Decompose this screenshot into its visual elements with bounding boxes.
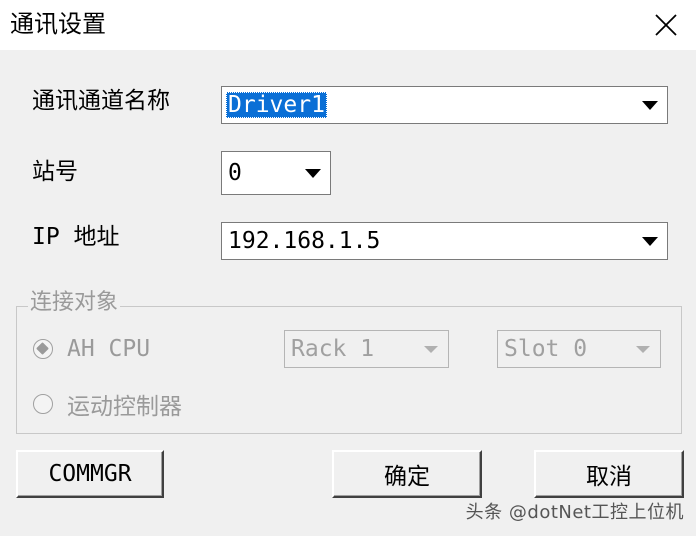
station-number-value: 0 — [228, 160, 242, 186]
rack-dropdown[interactable]: Rack 1 — [284, 330, 449, 368]
radio-motion-controller-label: 运动控制器 — [67, 394, 182, 420]
close-button[interactable] — [636, 0, 696, 50]
connection-target-title: 连接对象 — [28, 288, 121, 318]
watermark: 头条 @dotNet工控上位机 — [465, 502, 684, 523]
close-icon — [655, 14, 677, 36]
radio-unchecked-icon — [33, 394, 53, 414]
chevron-down-icon[interactable] — [633, 223, 667, 259]
radio-ah-cpu-label: AH CPU — [67, 336, 151, 362]
title-bar: 通讯设置 — [0, 0, 696, 50]
ok-button[interactable]: 确定 — [332, 450, 482, 498]
radio-checked-icon — [33, 339, 53, 359]
slot-value: Slot 0 — [504, 336, 588, 362]
channel-name-label: 通讯通道名称 — [32, 88, 170, 114]
radio-motion-controller[interactable]: 运动控制器 — [33, 389, 182, 420]
ip-address-label: IP 地址 — [32, 224, 120, 250]
commgr-button[interactable]: COMMGR — [16, 450, 164, 498]
ip-address-value: 192.168.1.5 — [228, 228, 381, 254]
ip-address-dropdown[interactable]: 192.168.1.5 — [221, 222, 668, 260]
channel-name-value: Driver1 — [226, 92, 327, 118]
chevron-down-icon — [414, 331, 448, 367]
rack-value: Rack 1 — [291, 336, 375, 362]
chevron-down-icon[interactable] — [633, 87, 667, 123]
chevron-down-icon[interactable] — [296, 152, 330, 194]
chevron-down-icon — [626, 331, 660, 367]
slot-dropdown[interactable]: Slot 0 — [497, 330, 661, 368]
cancel-button[interactable]: 取消 — [534, 450, 684, 498]
channel-name-dropdown[interactable]: Driver1 — [221, 86, 668, 124]
radio-ah-cpu[interactable]: AH CPU — [33, 334, 150, 364]
window-title: 通讯设置 — [10, 10, 106, 38]
station-number-dropdown[interactable]: 0 — [221, 151, 331, 195]
station-number-label: 站号 — [32, 159, 78, 185]
